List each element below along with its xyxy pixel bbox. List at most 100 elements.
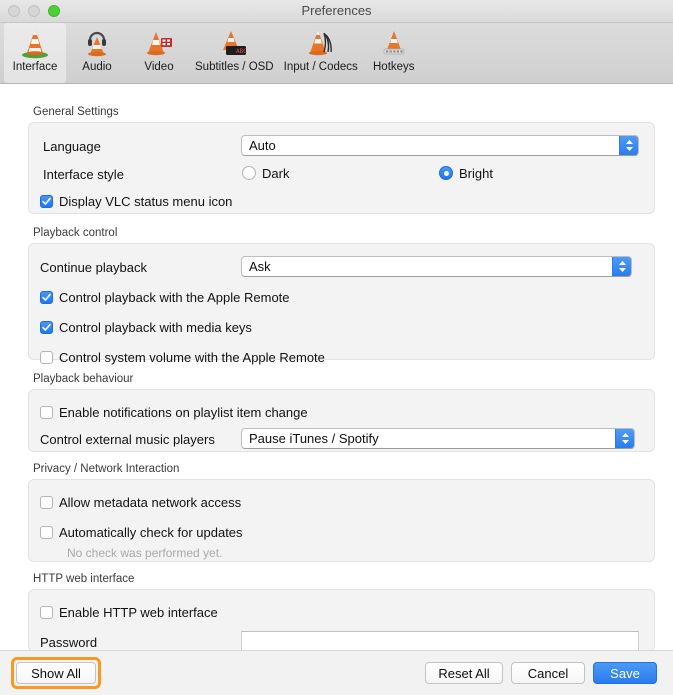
radio-dark-label: Dark [262,165,290,181]
group-general-settings: General Settings Language Auto Interface… [28,106,655,214]
window-title: Preferences [301,3,372,18]
radio-dark-indicator[interactable] [242,166,256,180]
external-music-players-row: Control external music players [40,429,215,449]
radio-dark[interactable]: Dark [242,163,289,183]
tab-audio-label: Audio [82,61,112,73]
group-playback-behaviour-box: Enable notifications on playlist item ch… [28,389,655,452]
language-select-value: Auto [249,138,276,153]
vlc-cone-cables-icon [303,26,339,60]
password-label: Password [40,634,98,650]
vlc-cone-interface-icon [17,26,53,60]
tab-interface-label: Interface [12,61,58,73]
vlc-cone-subtitles-icon: ABC [216,26,252,60]
checkbox-auto-check-updates-label: Automatically check for updates [59,524,243,540]
checkbox-status-menu-icon-label: Display VLC status menu icon [59,193,233,209]
continue-playback-select[interactable]: Ask [241,256,632,277]
tab-video-label: Video [144,61,174,73]
password-input[interactable] [241,631,639,650]
group-privacy-network-legend: Privacy / Network Interaction [33,463,180,475]
chevron-updown-icon[interactable] [615,429,634,448]
group-playback-control: Playback control Continue playback Ask C… [28,227,655,365]
reset-all-button-label: Reset All [438,665,490,681]
tab-input-codecs-label: Input / Codecs [283,61,358,73]
external-music-players-select-value: Pause iTunes / Spotify [249,431,379,446]
update-status-text: No check was performed yet. [67,546,223,560]
vlc-cone-keyboard-icon [376,26,412,60]
checkbox-status-menu-icon[interactable]: Display VLC status menu icon [40,191,232,211]
tab-subtitles-osd[interactable]: ABC Subtitles / OSD [190,23,279,83]
checkbox-apple-remote-playback[interactable]: Control playback with the Apple Remote [40,287,290,307]
window-title-bar: Preferences [0,0,673,23]
password-row: Password [40,632,97,650]
checkbox-metadata-network-access[interactable]: Allow metadata network access [40,492,241,512]
cancel-button-label: Cancel [527,665,569,681]
group-privacy-network-box: Allow metadata network access Automatica… [28,479,655,562]
vlc-cone-headphones-icon [79,26,115,60]
checkbox-system-volume-apple-remote[interactable]: Control system volume with the Apple Rem… [40,347,325,367]
continue-playback-row: Continue playback [40,257,147,277]
external-music-players-select[interactable]: Pause iTunes / Spotify [241,428,635,449]
tab-audio[interactable]: Audio [66,23,128,83]
update-status-row: No check was performed yet. [67,543,222,563]
checkbox-metadata-network-access-label: Allow metadata network access [59,494,242,510]
chevron-updown-icon[interactable] [619,136,638,155]
checkbox-apple-remote-playback-label: Control playback with the Apple Remote [59,289,290,305]
group-playback-behaviour: Playback behaviour Enable notifications … [28,373,655,452]
interface-style-label: Interface style [43,166,124,182]
dialog-footer: Show All Reset All Cancel Save [0,650,673,695]
preferences-content: General Settings Language Auto Interface… [0,84,673,650]
preferences-window: Preferences Interface Audio Video ABC Su… [0,0,673,695]
checkbox-playlist-notifications-indicator[interactable] [40,405,53,419]
checkbox-status-menu-icon-indicator[interactable] [40,194,53,208]
checkbox-playlist-notifications-label: Enable notifications on playlist item ch… [59,404,308,420]
save-button[interactable]: Save [593,662,657,684]
language-row: Language [43,136,101,156]
external-music-players-label: Control external music players [40,431,215,447]
checkbox-system-volume-apple-remote-label: Control system volume with the Apple Rem… [59,349,325,365]
group-playback-control-legend: Playback control [33,227,118,239]
checkbox-metadata-network-access-indicator[interactable] [40,495,53,509]
show-all-button[interactable]: Show All [16,662,96,684]
group-http-web-interface: HTTP web interface Enable HTTP web inter… [28,573,655,650]
radio-bright-label: Bright [459,165,493,181]
group-http-web-interface-legend: HTTP web interface [33,573,135,585]
checkbox-enable-http-web-interface[interactable]: Enable HTTP web interface [40,602,218,622]
reset-all-button[interactable]: Reset All [425,662,503,684]
language-select[interactable]: Auto [241,135,639,156]
continue-playback-label: Continue playback [40,259,147,275]
group-general-settings-box: Language Auto Interface style Dark Brigh… [28,122,655,214]
show-all-button-label: Show All [31,665,81,681]
preferences-toolbar: Interface Audio Video ABC Subtitles / OS… [0,23,673,84]
checkbox-playlist-notifications[interactable]: Enable notifications on playlist item ch… [40,402,308,422]
tab-video[interactable]: Video [128,23,190,83]
radio-bright-indicator[interactable] [439,166,453,180]
checkbox-media-keys-label: Control playback with media keys [59,319,252,335]
tab-hotkeys-label: Hotkeys [373,61,415,73]
checkbox-auto-check-updates-indicator[interactable] [40,525,53,539]
group-http-web-interface-box: Enable HTTP web interface Password [28,589,655,650]
checkbox-auto-check-updates[interactable]: Automatically check for updates [40,522,243,542]
tab-subtitles-osd-label: Subtitles / OSD [195,61,274,73]
interface-style-row: Interface style [43,164,124,184]
checkbox-media-keys[interactable]: Control playback with media keys [40,317,252,337]
checkbox-system-volume-apple-remote-indicator[interactable] [40,350,53,364]
radio-bright[interactable]: Bright [439,163,493,183]
checkbox-enable-http-web-interface-indicator[interactable] [40,605,53,619]
svg-text:ABC: ABC [236,48,247,55]
tab-hotkeys[interactable]: Hotkeys [363,23,425,83]
tab-interface[interactable]: Interface [4,23,66,83]
save-button-label: Save [610,665,640,681]
group-playback-control-box: Continue playback Ask Control playback w… [28,243,655,365]
language-label: Language [43,138,101,154]
checkbox-media-keys-indicator[interactable] [40,320,53,334]
group-playback-behaviour-legend: Playback behaviour [33,373,134,385]
vlc-cone-film-icon [141,26,177,60]
checkbox-enable-http-web-interface-label: Enable HTTP web interface [59,604,218,620]
group-general-settings-legend: General Settings [33,106,119,118]
checkbox-apple-remote-playback-indicator[interactable] [40,290,53,304]
group-privacy-network: Privacy / Network Interaction Allow meta… [28,463,655,562]
cancel-button[interactable]: Cancel [511,662,585,684]
chevron-updown-icon[interactable] [612,257,631,276]
tab-input-codecs[interactable]: Input / Codecs [279,23,363,83]
continue-playback-select-value: Ask [249,259,271,274]
